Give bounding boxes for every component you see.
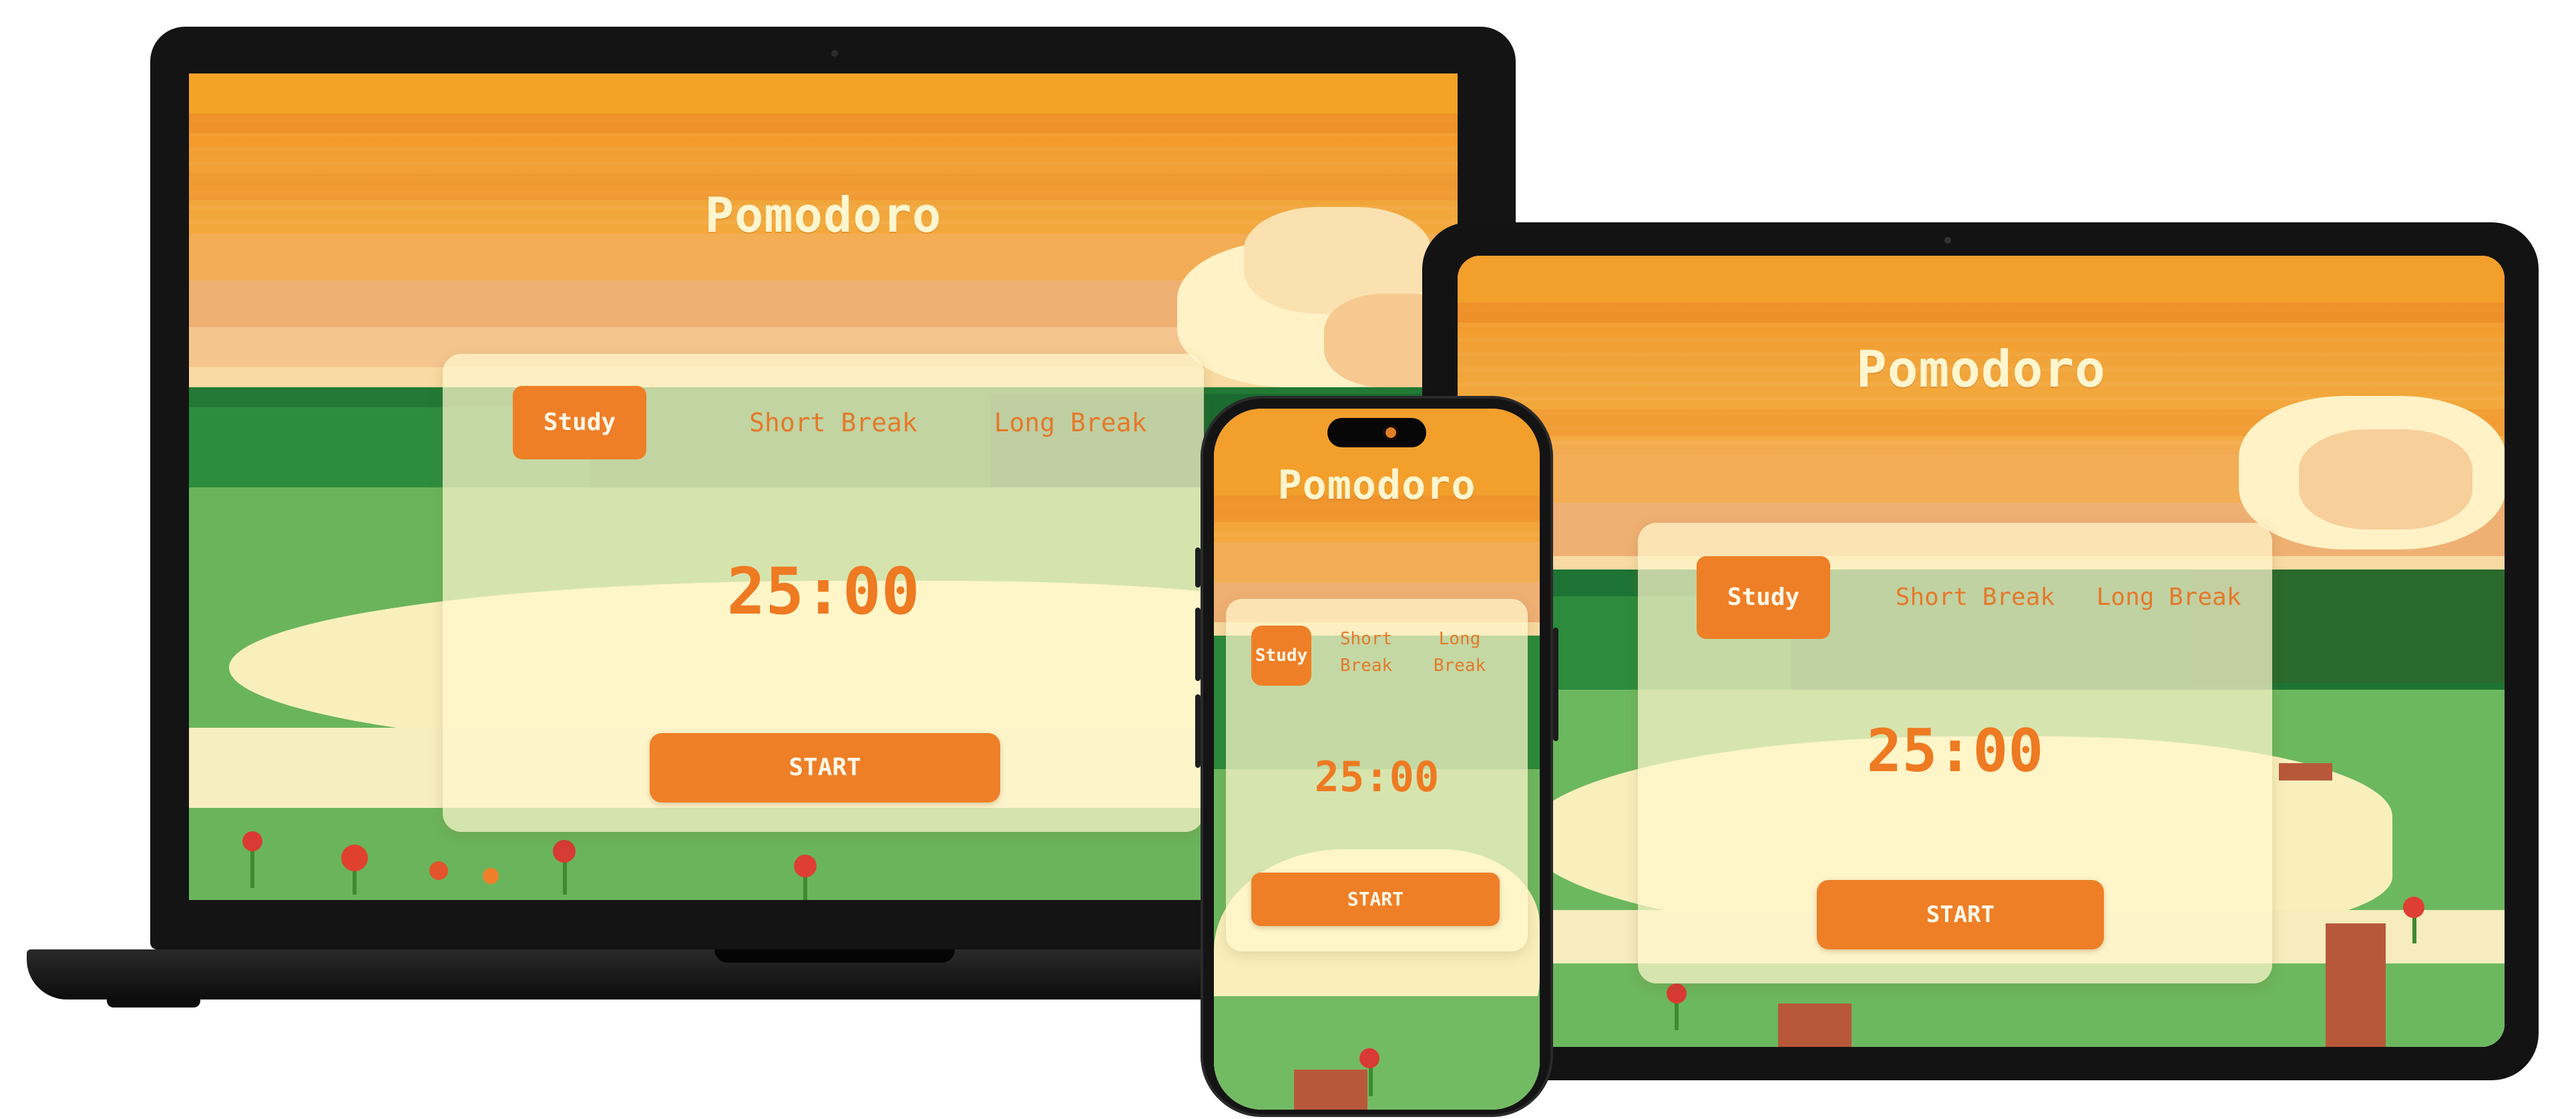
app-title: Pomodoro — [1856, 339, 2107, 399]
tab-long-break[interactable]: Long Break — [2082, 556, 2256, 639]
laptop-hinge-notch — [714, 949, 955, 963]
timer-display: 25:00 — [1866, 716, 2044, 785]
dynamic-island-icon — [1327, 418, 1426, 447]
start-button[interactable]: START — [650, 733, 1000, 803]
start-button[interactable]: START — [1817, 880, 2104, 949]
tab-short-break-line2: Break — [1339, 656, 1393, 676]
tab-short-break[interactable]: Short Break — [723, 386, 943, 459]
tab-short-break-line1: Short — [1339, 629, 1393, 649]
tab-study[interactable]: Study — [513, 386, 646, 459]
tab-long-break[interactable]: Long Break — [970, 386, 1170, 459]
phone-volume-down-button — [1195, 694, 1201, 768]
timer-display: 25:00 — [726, 554, 920, 629]
tablet-screen: Pomodoro Study Short Break Long Break 25… — [1458, 256, 2505, 1047]
tab-long-break-line1: Long — [1438, 629, 1481, 649]
phone-power-button — [1553, 628, 1558, 741]
timer-display: 25:00 — [1314, 752, 1440, 801]
laptop-foot — [107, 998, 200, 1008]
tab-long-break[interactable]: Long Break — [1420, 626, 1500, 686]
tab-study[interactable]: Study — [1697, 556, 1830, 639]
tablet-camera-icon — [1944, 237, 1951, 244]
tab-short-break[interactable]: Short Break — [1326, 626, 1406, 686]
front-camera-icon — [1383, 425, 1398, 440]
tab-study[interactable]: Study — [1251, 626, 1311, 686]
phone-side-button — [1195, 547, 1201, 588]
tab-long-break-line2: Break — [1433, 656, 1486, 676]
app-title: Pomodoro — [1277, 462, 1476, 509]
start-button[interactable]: START — [1251, 873, 1500, 926]
app-title: Pomodoro — [704, 187, 942, 243]
device-mockup-stage: Pomodoro Study Short Break Long Break 25… — [0, 0, 2576, 1119]
timer-card: Study Short Break Long Break 25:00 START — [1226, 599, 1528, 951]
phone-screen: Pomodoro Study Short Break Long Break 25… — [1214, 409, 1540, 1110]
phone-volume-up-button — [1195, 608, 1201, 681]
timer-card: Study Short Break Long Break 25:00 START — [443, 354, 1204, 832]
tab-short-break[interactable]: Short Break — [1875, 556, 2075, 639]
timer-card: Study Short Break Long Break 25:00 START — [1638, 523, 2272, 983]
camera-dot-icon — [831, 50, 838, 57]
